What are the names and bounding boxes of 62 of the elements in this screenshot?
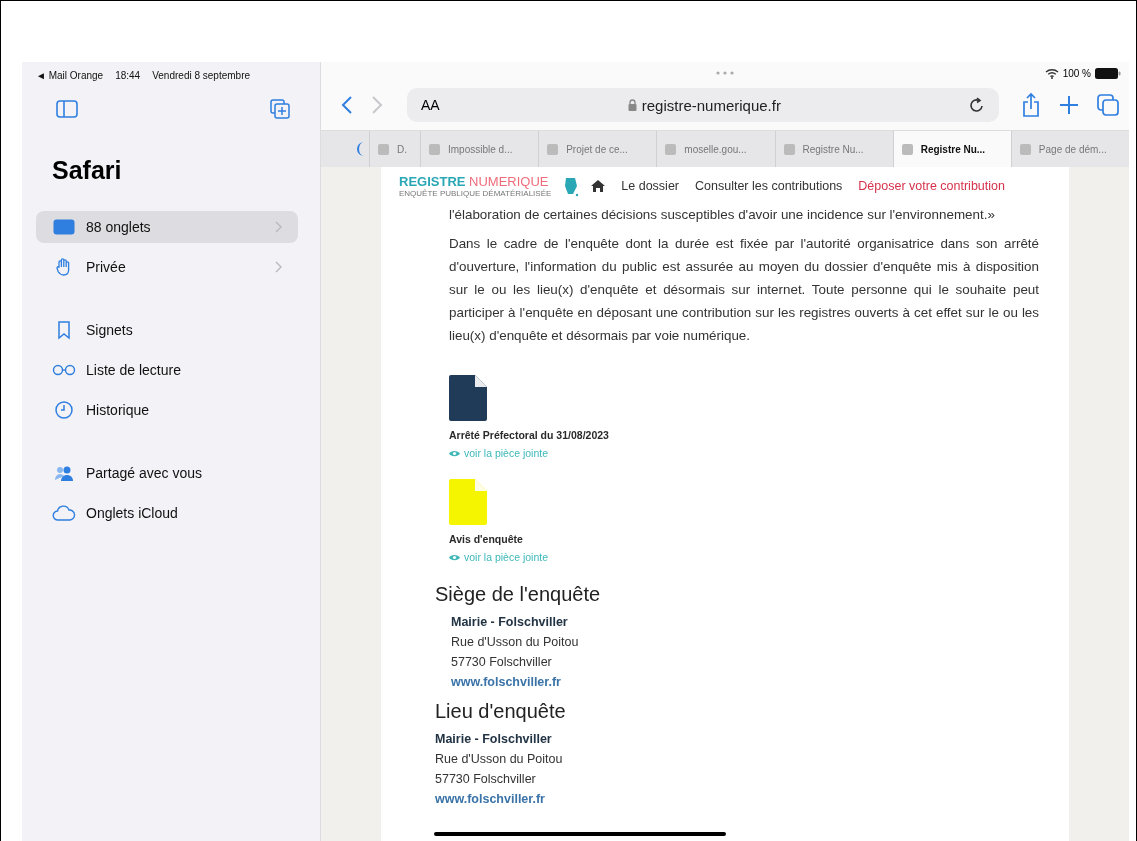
- battery-percentage: 100 %: [1062, 68, 1091, 79]
- document-title: Arrêté Préfectoral du 31/08/2023: [449, 429, 610, 441]
- back-icon[interactable]: [341, 95, 353, 115]
- browser-tab[interactable]: Registre Nu...: [892, 131, 1011, 167]
- website-link[interactable]: www.folschviller.fr: [435, 789, 1039, 809]
- eye-icon: [449, 553, 460, 561]
- wifi-icon: [1044, 68, 1059, 79]
- nav-link[interactable]: Déposer votre contribution: [858, 179, 1005, 193]
- battery-icon: [1095, 68, 1121, 79]
- sidebar-toggle-icon[interactable]: [56, 100, 78, 118]
- sidebar-title: Safari: [51, 155, 123, 185]
- street-address: Rue d'Usson du Poitou: [435, 751, 564, 768]
- tabs-icon: [52, 219, 76, 235]
- home-icon[interactable]: [591, 180, 606, 192]
- text-size-button[interactable]: AA: [421, 97, 440, 113]
- nav-link[interactable]: Consulter les contributions: [695, 179, 843, 193]
- favicon-icon: [901, 143, 913, 155]
- eye-icon: [449, 449, 460, 457]
- cloud-icon: [52, 505, 76, 521]
- url-text: registre-numerique.fr: [641, 96, 781, 114]
- favicon-icon: [1019, 143, 1031, 155]
- body-paragraph: Dans le cadre de l'enquête dont la durée est fixée par l'autorité organisatrice dans son arrêté d'ouverture, l'information du public est assurée au moyen du dossier d'enquête mis à disposition sur le ou les lieu(x) d'enquête et désormais sur internet. Toute personne qui le souhaite peut participer à l'enquête en déposant une contribution sur les registres ouverts à cet effet sur le ou les lieu(x) d'enquête et désormais par voie numérique.: [449, 235, 1039, 345]
- new-tab-icon[interactable]: [1059, 95, 1079, 115]
- logo-drop-icon: [563, 175, 580, 197]
- favicon-icon: [665, 143, 677, 155]
- glasses-icon: [52, 364, 76, 376]
- crescent-icon: [356, 141, 365, 157]
- favicon-icon: [429, 143, 440, 155]
- reload-icon[interactable]: [969, 96, 985, 114]
- status-date: Vendredi 8 septembre: [152, 70, 251, 81]
- sidebar-item[interactable]: Partagé avec vous: [36, 457, 298, 489]
- favicon-icon: [547, 143, 559, 155]
- section-heading: Lieu d'enquête: [435, 700, 567, 723]
- share-icon[interactable]: [1021, 92, 1041, 118]
- sidebar-item[interactable]: Privée: [36, 251, 298, 283]
- address-bar[interactable]: AA registre-numerique.fr: [407, 88, 999, 122]
- street-address: Rue d'Usson du Poitou: [451, 634, 580, 651]
- favicon-icon: [783, 143, 795, 155]
- sidebar-item[interactable]: Liste de lecture: [36, 354, 298, 386]
- lock-icon: [627, 99, 637, 111]
- section-heading: Siège de l'enquête: [435, 583, 602, 606]
- favicon-icon: [378, 143, 389, 155]
- postal-city: 57730 Folschviller: [451, 654, 553, 671]
- website-link[interactable]: www.folschviller.fr: [451, 672, 1039, 692]
- multitasking-dots-icon[interactable]: [715, 71, 735, 75]
- sidebar-item[interactable]: 88 onglets: [36, 211, 298, 243]
- site-logo[interactable]: REGISTRE NUMERIQUE ENQUÊTE PUBLIQUE DÉMATÉRIALISÉE: [399, 174, 552, 198]
- place-name: Mairie - Folschviller: [435, 731, 553, 748]
- people-icon: [52, 464, 76, 482]
- sidebar-item[interactable]: Historique: [36, 394, 298, 426]
- status-time: 18:44: [115, 70, 141, 81]
- sidebar-item[interactable]: Onglets iCloud: [36, 497, 298, 529]
- back-to-app-link[interactable]: ◄ Mail Orange: [36, 70, 104, 81]
- tabs-overview-icon[interactable]: [1097, 94, 1119, 116]
- clock-icon: [52, 400, 76, 420]
- sidebar-item[interactable]: Signets: [36, 314, 298, 346]
- place-name: Mairie - Folschviller: [451, 614, 569, 631]
- new-tab-group-icon[interactable]: [270, 99, 290, 119]
- document-title: Avis d'enquête: [449, 533, 524, 545]
- body-paragraph: l'élaboration de certaines décisions susceptibles d'avoir une incidence sur l'environnement.»: [449, 206, 996, 224]
- postal-city: 57730 Folschviller: [435, 771, 537, 788]
- nav-link[interactable]: Le dossier: [621, 179, 680, 193]
